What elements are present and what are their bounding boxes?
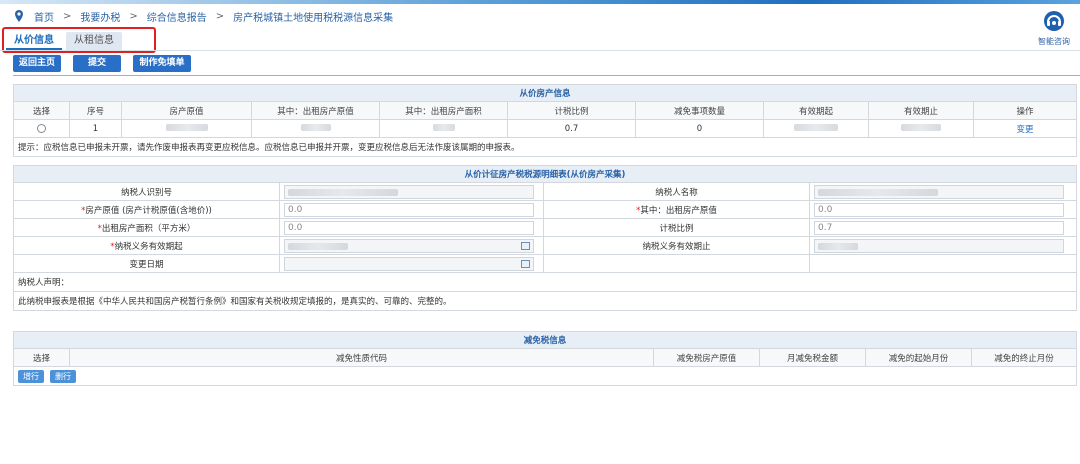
assistant-label: 智能咨询	[1038, 37, 1070, 46]
redacted-value	[794, 123, 838, 131]
section-title: 从价计征房产税税源明细表(从价房产采集)	[12, 165, 1078, 183]
smart-assistant[interactable]: 智能咨询	[1034, 10, 1074, 47]
rent-original-label: 其中：出租房产原值	[640, 205, 717, 216]
breadcrumb-current: 房产税城镇土地使用税税源信息采集	[233, 12, 394, 24]
rent-original-input[interactable]: 0.0	[814, 202, 1064, 217]
tab-divider	[0, 50, 1080, 51]
breadcrumb-separator: >	[129, 10, 138, 22]
column-header: 选择	[13, 101, 70, 120]
section-divider	[13, 75, 1080, 76]
column-header: 减免的起始月份	[865, 348, 972, 367]
table-row: 1 0.7 0 变更	[13, 119, 1078, 138]
back-home-button[interactable]: 返回主页	[13, 55, 61, 72]
column-header: 减免的终止月份	[970, 348, 1078, 367]
column-header: 计税比例	[507, 101, 636, 120]
original-value-input[interactable]: 0.0	[284, 202, 534, 217]
redacted-value	[432, 123, 455, 131]
column-header: 减免性质代码	[69, 348, 654, 367]
column-header: 有效期止	[868, 101, 974, 120]
declaration-title: 纳税人声明：	[12, 272, 1078, 292]
breadcrumb-tax[interactable]: 我要办税	[80, 9, 120, 24]
field-label: 纳税人识别号	[13, 182, 280, 201]
row-ratio: 0.7	[507, 119, 636, 138]
column-header: 有效期起	[763, 101, 869, 120]
column-header: 序号	[69, 101, 122, 120]
column-header: 其中：出租房产面积	[379, 101, 508, 120]
redacted-value	[288, 188, 398, 196]
column-header: 操作	[972, 101, 1078, 120]
redacted-value	[818, 188, 938, 196]
submit-button[interactable]: 提交	[73, 55, 121, 72]
add-row-button[interactable]: 增行	[18, 369, 44, 383]
calendar-icon[interactable]	[521, 241, 530, 250]
toolbar: 返回主页 提交 制作免填单	[13, 55, 203, 72]
calendar-icon[interactable]	[521, 259, 530, 268]
field-label: 纳税义务有效期止	[543, 236, 810, 255]
declaration-text: 此纳税申报表是根据《中华人民共和国房产税暂行条例》和国家有关税收规定填报的，是真…	[12, 291, 1078, 311]
redacted-value	[165, 123, 208, 131]
redacted-value	[288, 242, 348, 250]
breadcrumb-separator: >	[63, 10, 72, 22]
column-header: 房产原值	[121, 101, 252, 120]
taxpayer-name-field	[814, 184, 1064, 199]
breadcrumb-home[interactable]: 首页	[34, 9, 54, 24]
rent-area-input[interactable]: 0.0	[284, 220, 534, 235]
field-label: 计税比例	[543, 218, 810, 237]
property-info-table: 从价房产信息 选择 序号 房产原值 其中：出租房产原值 其中：出租房产面积 计税…	[12, 84, 1078, 157]
taxpayer-id-field	[284, 184, 534, 199]
redacted-value	[300, 123, 331, 131]
breadcrumb: 首页 > 我要办税 > 综合信息报告 > 房产税城镇土地使用税税源信息采集	[12, 8, 393, 24]
field-label: 纳税人名称	[543, 182, 810, 201]
original-value-label: 房产原值 (房产计税原值(含地价))	[85, 205, 212, 216]
rent-area-label: 出租房产面积（平方米）	[101, 223, 196, 234]
field-label: *房产原值 (房产计税原值(含地价))	[13, 200, 280, 219]
tax-source-detail-table: 从价计征房产税税源明细表(从价房产采集) 纳税人识别号 纳税人名称 *房产原值 …	[12, 165, 1078, 311]
column-header: 减免税房产原值	[653, 348, 760, 367]
ratio-input[interactable]: 0.7	[814, 220, 1064, 235]
row-relief-count: 0	[635, 119, 764, 138]
column-header: 其中：出租房产原值	[251, 101, 380, 120]
redacted-value	[818, 242, 858, 250]
field-label: *纳税义务有效期起	[13, 236, 280, 255]
change-link[interactable]: 变更	[1017, 125, 1034, 135]
top-banner-strip	[0, 0, 1080, 4]
field-label: 变更日期	[13, 254, 280, 273]
breadcrumb-report[interactable]: 综合信息报告	[147, 9, 207, 24]
delete-row-button[interactable]: 删行	[50, 369, 76, 383]
column-header: 月减免税金额	[759, 348, 866, 367]
obligation-start-label: 纳税义务有效期起	[114, 241, 183, 252]
breadcrumb-separator: >	[215, 10, 225, 22]
section-title: 减免税信息	[12, 331, 1078, 349]
field-label: *其中：出租房产原值	[543, 200, 810, 219]
obligation-start-input[interactable]	[284, 238, 534, 253]
section-title: 从价房产信息	[12, 84, 1078, 102]
column-header: 减免事项数量	[635, 101, 764, 120]
column-header: 选择	[13, 348, 70, 367]
obligation-end-input	[814, 238, 1064, 253]
exempt-form-button[interactable]: 制作免填单	[133, 55, 191, 72]
field-label: *出租房产面积（平方米）	[13, 218, 280, 237]
location-pin-icon	[15, 10, 23, 22]
redacted-value	[901, 123, 941, 131]
relief-info-table: 减免税信息 选择 减免性质代码 减免税房产原值 月减免税金额 减免的起始月份 减…	[12, 331, 1078, 386]
row-index: 1	[69, 119, 122, 138]
headset-icon	[1044, 11, 1064, 31]
notice-text: 提示：应税信息已申报未开票，请先作废申报表再变更应税信息。应税信息已申报并开票，…	[12, 137, 1078, 157]
change-date-input[interactable]	[284, 256, 534, 271]
row-select-radio[interactable]	[37, 123, 46, 133]
